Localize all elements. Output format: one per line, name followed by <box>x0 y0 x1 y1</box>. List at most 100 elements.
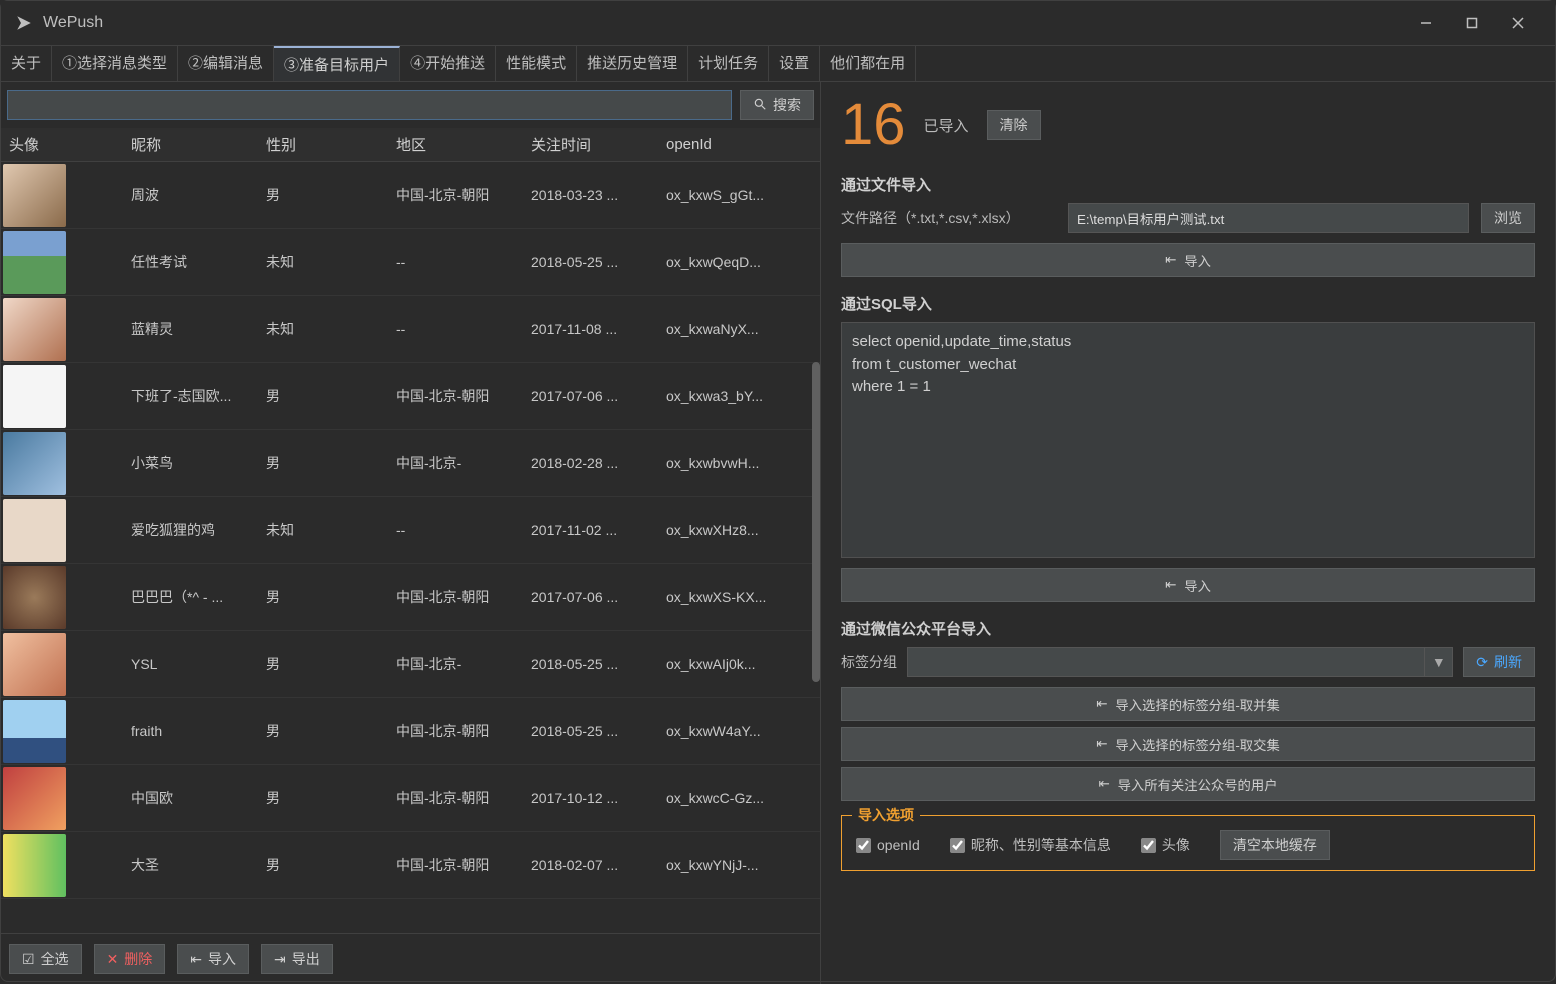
table-row[interactable]: 蓝精灵未知--2017-11-08 ...ox_kxwaNyX... <box>1 296 820 363</box>
import-all-followers-button[interactable]: ⇤ 导入所有关注公众号的用户 <box>841 767 1535 801</box>
minimize-button[interactable] <box>1403 3 1449 43</box>
maximize-button[interactable] <box>1449 3 1495 43</box>
cell-follow-time: 2018-05-25 ... <box>531 656 666 672</box>
close-button[interactable] <box>1495 3 1541 43</box>
table-body[interactable]: 周波男中国-北京-朝阳2018-03-23 ...ox_kxwS_gGt...任… <box>1 162 820 933</box>
option-openid[interactable]: openId <box>856 837 920 853</box>
tab-0[interactable]: 关于 <box>1 46 52 81</box>
delete-button[interactable]: ✕ 删除 <box>94 944 166 974</box>
export-button[interactable]: ⇥ 导出 <box>261 944 333 974</box>
col-follow-time[interactable]: 关注时间 <box>531 134 666 155</box>
cell-openid: ox_kxwYNjJ-... <box>666 857 820 873</box>
chevron-down-icon: ▼ <box>1424 648 1452 676</box>
table-row[interactable]: YSL男中国-北京-2018-05-25 ...ox_kxwAIj0k... <box>1 631 820 698</box>
col-region[interactable]: 地区 <box>396 134 531 155</box>
search-button[interactable]: 搜索 <box>740 90 814 120</box>
file-path-input[interactable] <box>1068 203 1469 233</box>
cell-region: 中国-北京- <box>396 453 531 473</box>
arrow-in-icon: ⇤ <box>190 951 202 968</box>
cell-nickname: 任性考试 <box>131 252 266 272</box>
cell-nickname: 大圣 <box>131 855 266 875</box>
cell-nickname: YSL <box>131 656 266 672</box>
import-left-button[interactable]: ⇤ 导入 <box>177 944 249 974</box>
right-panel: 16 已导入 清除 通过文件导入 文件路径（*.txt,*.csv,*.xlsx… <box>821 82 1555 984</box>
tab-2[interactable]: ②编辑消息 <box>178 46 274 81</box>
col-nickname[interactable]: 昵称 <box>131 134 266 155</box>
avatar <box>3 700 66 763</box>
sql-import-button[interactable]: ⇤ 导入 <box>841 568 1535 602</box>
cell-openid: ox_kxwbvwH... <box>666 455 820 471</box>
cell-gender: 男 <box>266 386 396 406</box>
cell-follow-time: 2018-05-25 ... <box>531 254 666 270</box>
avatar <box>3 298 66 361</box>
table-row[interactable]: 中国欧男中国-北京-朝阳2017-10-12 ...ox_kxwcC-Gz... <box>1 765 820 832</box>
tab-4[interactable]: ④开始推送 <box>400 46 496 81</box>
file-import-title: 通过文件导入 <box>841 174 1535 195</box>
cell-nickname: 中国欧 <box>131 788 266 808</box>
tag-group-combo[interactable]: ▼ <box>907 647 1453 677</box>
clear-local-cache-button[interactable]: 清空本地缓存 <box>1220 830 1330 860</box>
cell-openid: ox_kxwcC-Gz... <box>666 790 820 806</box>
tab-1[interactable]: ①选择消息类型 <box>52 46 178 81</box>
cell-region: -- <box>396 254 531 270</box>
tab-8[interactable]: 设置 <box>769 46 820 81</box>
cell-region: 中国-北京- <box>396 654 531 674</box>
table-row[interactable]: 巴巴巴（*^ - ...男中国-北京-朝阳2017-07-06 ...ox_kx… <box>1 564 820 631</box>
checkbox-icon[interactable] <box>950 838 965 853</box>
checkbox-icon[interactable] <box>1141 838 1156 853</box>
table-row[interactable]: 周波男中国-北京-朝阳2018-03-23 ...ox_kxwS_gGt... <box>1 162 820 229</box>
cell-nickname: 巴巴巴（*^ - ... <box>131 587 266 607</box>
app-title: WePush <box>43 14 103 32</box>
avatar <box>3 834 66 897</box>
arrow-out-icon: ⇥ <box>274 951 286 968</box>
cell-gender: 未知 <box>266 319 396 339</box>
search-input[interactable] <box>7 90 732 120</box>
cell-openid: ox_kxwW4aY... <box>666 723 820 739</box>
file-import-button[interactable]: ⇤ 导入 <box>841 243 1535 277</box>
scrollbar-thumb[interactable] <box>812 362 820 682</box>
table-row[interactable]: 大圣男中国-北京-朝阳2018-02-07 ...ox_kxwYNjJ-... <box>1 832 820 899</box>
avatar <box>3 231 66 294</box>
browse-button[interactable]: 浏览 <box>1481 203 1535 233</box>
col-avatar[interactable]: 头像 <box>1 134 131 155</box>
tab-5[interactable]: 性能模式 <box>496 46 577 81</box>
table-row[interactable]: 下班了-志国欧...男中国-北京-朝阳2017-07-06 ...ox_kxwa… <box>1 363 820 430</box>
select-all-button[interactable]: ☑ 全选 <box>9 944 82 974</box>
cell-gender: 男 <box>266 453 396 473</box>
table-row[interactable]: 任性考试未知--2018-05-25 ...ox_kxwQeqD... <box>1 229 820 296</box>
table-row[interactable]: 小菜鸟男中国-北京-2018-02-28 ...ox_kxwbvwH... <box>1 430 820 497</box>
option-avatar[interactable]: 头像 <box>1141 835 1190 855</box>
tab-6[interactable]: 推送历史管理 <box>577 46 688 81</box>
cell-gender: 男 <box>266 788 396 808</box>
cell-follow-time: 2018-03-23 ... <box>531 187 666 203</box>
cell-nickname: 下班了-志国欧... <box>131 386 266 406</box>
table-row[interactable]: 爱吃狐狸的鸡未知--2017-11-02 ...ox_kxwXHz8... <box>1 497 820 564</box>
avatar <box>3 767 66 830</box>
tab-9[interactable]: 他们都在用 <box>820 46 916 81</box>
clear-button[interactable]: 清除 <box>987 110 1041 140</box>
refresh-icon: ⟳ <box>1476 654 1488 671</box>
table-row[interactable]: fraith男中国-北京-朝阳2018-05-25 ...ox_kxwW4aY.… <box>1 698 820 765</box>
avatar <box>3 365 66 428</box>
cell-openid: ox_kxwQeqD... <box>666 254 820 270</box>
col-gender[interactable]: 性别 <box>266 134 396 155</box>
cell-follow-time: 2018-02-07 ... <box>531 857 666 873</box>
import-union-button[interactable]: ⇤ 导入选择的标签分组-取并集 <box>841 687 1535 721</box>
option-basic-info[interactable]: 昵称、性别等基本信息 <box>950 835 1111 855</box>
import-intersect-button[interactable]: ⇤ 导入选择的标签分组-取交集 <box>841 727 1535 761</box>
col-openid[interactable]: openId <box>666 136 820 153</box>
tab-7[interactable]: 计划任务 <box>688 46 769 81</box>
titlebar: WePush <box>1 1 1555 45</box>
tab-3[interactable]: ③准备目标用户 <box>274 46 400 81</box>
cell-gender: 男 <box>266 185 396 205</box>
refresh-button[interactable]: ⟳ 刷新 <box>1463 647 1535 677</box>
cell-gender: 未知 <box>266 252 396 272</box>
sql-textarea[interactable] <box>841 322 1535 558</box>
cell-gender: 男 <box>266 654 396 674</box>
cell-gender: 未知 <box>266 520 396 540</box>
arrow-in-icon: ⇤ <box>1096 736 1107 752</box>
cell-follow-time: 2017-07-06 ... <box>531 589 666 605</box>
cell-region: 中国-北京-朝阳 <box>396 855 531 875</box>
checkbox-icon[interactable] <box>856 838 871 853</box>
cell-follow-time: 2017-10-12 ... <box>531 790 666 806</box>
